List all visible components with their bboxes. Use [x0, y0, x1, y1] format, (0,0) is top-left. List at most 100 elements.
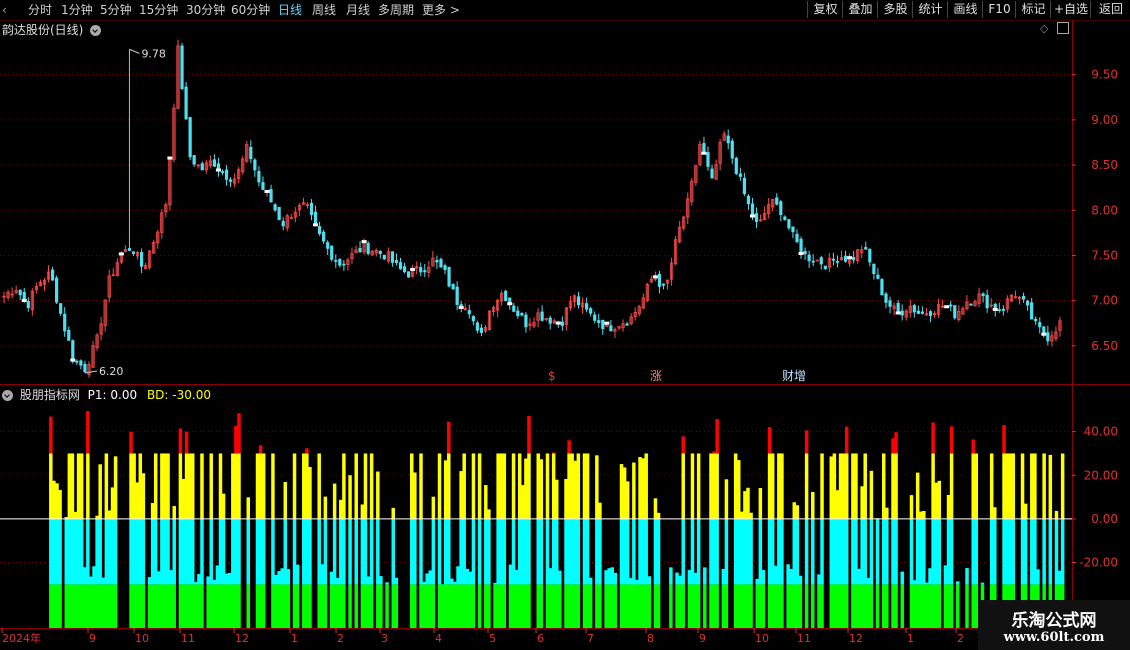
- window-toggle-icon[interactable]: [1057, 22, 1069, 34]
- green-band-bar: [928, 584, 932, 628]
- yellow-band-bar: [653, 498, 658, 519]
- yellow-band-bar: [496, 453, 500, 519]
- white-marker: [167, 156, 173, 160]
- candle-body: [779, 201, 783, 216]
- diamond-icon[interactable]: ◇: [1040, 22, 1048, 35]
- green-band-bar: [107, 584, 112, 628]
- candle-body: [253, 159, 257, 171]
- green-band-bar: [551, 584, 556, 628]
- green-band-bar: [536, 584, 540, 628]
- yellow-band-bar: [484, 485, 488, 519]
- yellow-band-bar: [499, 453, 503, 519]
- candle-body: [192, 155, 196, 165]
- candle-body: [548, 317, 552, 324]
- cyan-band-bar: [582, 518, 587, 585]
- yellow-band-bar: [777, 453, 781, 519]
- green-band-bar: [496, 584, 500, 628]
- green-band-bar: [795, 584, 800, 628]
- yellow-band-bar: [740, 511, 744, 519]
- cyan-band-bar: [721, 568, 726, 585]
- green-band-bar: [829, 584, 834, 628]
- green-band-bar: [443, 584, 448, 628]
- cyan-band-bar: [1008, 518, 1012, 585]
- yellow-band-bar: [363, 453, 368, 519]
- yellow-band-bar: [709, 453, 713, 519]
- stock-chart[interactable]: 9.50 9.00 8.50 8.00 7.50 7.00 6.50 9.78 6.20 $ 涨 财增…: [0, 0, 1130, 650]
- yellow-band-bar: [98, 464, 102, 519]
- green-band-bar: [58, 584, 62, 628]
- chevron-down-icon[interactable]: [2, 390, 13, 401]
- cyan-band-bar: [323, 518, 328, 585]
- candle-body: [71, 340, 75, 361]
- low-price-label: 6.20: [99, 365, 124, 378]
- green-band-bar: [329, 584, 334, 628]
- price-tick-label: 9.00: [1091, 113, 1118, 127]
- cyan-band-bar: [974, 518, 979, 585]
- cyan-band-bar: [487, 518, 491, 585]
- yellow-band-bar: [767, 453, 772, 519]
- green-band-bar: [141, 584, 146, 628]
- cyan-band-bar: [548, 568, 553, 585]
- green-band-bar: [804, 584, 809, 628]
- yellow-band-bar: [644, 453, 648, 519]
- white-marker: [70, 358, 76, 362]
- candle-body: [920, 311, 925, 314]
- green-band-bar: [295, 584, 300, 628]
- green-band-bar: [971, 584, 975, 628]
- event-marker-0: $: [548, 369, 556, 383]
- candle-body: [872, 263, 876, 275]
- green-band-bar: [258, 584, 263, 628]
- candle-body: [131, 251, 136, 254]
- yellow-band-bar: [462, 453, 466, 519]
- candle-body: [625, 323, 629, 326]
- green-band-bar: [95, 584, 99, 628]
- time-axis-label: 2: [957, 632, 964, 645]
- candle-body: [807, 254, 811, 262]
- yellow-band-bar: [937, 480, 942, 519]
- cyan-band-bar: [792, 518, 797, 585]
- cyan-band-bar: [261, 518, 266, 585]
- candle-body: [750, 203, 755, 217]
- yellow-band-bar: [832, 453, 837, 519]
- green-band-bar: [363, 584, 368, 628]
- white-marker: [21, 298, 27, 302]
- green-band-bar: [570, 584, 574, 628]
- yellow-band-bar: [172, 506, 176, 519]
- green-band-bar: [104, 584, 109, 628]
- green-band-bar: [943, 584, 948, 628]
- cyan-band-bar: [946, 518, 951, 585]
- yellow-band-bar: [934, 482, 938, 519]
- cyan-band-bar: [138, 518, 143, 585]
- cyan-band-bar: [949, 518, 954, 585]
- cyan-band-bar: [1042, 518, 1046, 585]
- red-band-bar: [551, 452, 556, 454]
- cyan-band-bar: [292, 518, 297, 585]
- yellow-band-bar: [166, 453, 170, 519]
- green-band-bar: [635, 584, 639, 628]
- yellow-band-bar: [160, 453, 164, 519]
- cyan-band-bar: [70, 518, 75, 585]
- cyan-band-bar: [502, 518, 507, 585]
- yellow-band-bar: [55, 483, 59, 519]
- red-band-bar: [891, 438, 895, 454]
- green-band-bar: [832, 584, 837, 628]
- candle-body: [1046, 332, 1050, 342]
- green-band-bar: [860, 584, 864, 628]
- green-band-bar: [777, 584, 781, 628]
- candle-body: [799, 238, 803, 254]
- cyan-band-bar: [770, 518, 775, 585]
- cyan-band-bar: [73, 518, 78, 585]
- cyan-band-bar: [255, 518, 260, 585]
- green-band-bar: [915, 584, 920, 628]
- green-band-bar: [743, 584, 747, 628]
- yellow-band-bar: [178, 453, 183, 519]
- chevron-down-icon[interactable]: [90, 25, 102, 36]
- white-marker: [944, 305, 950, 309]
- cyan-band-bar: [79, 518, 84, 585]
- cyan-band-bar: [95, 518, 99, 585]
- green-band-bar: [212, 584, 217, 628]
- green-band-bar: [715, 584, 719, 628]
- red-band-bar: [86, 411, 90, 454]
- candle-body: [50, 269, 55, 281]
- candle-body: [868, 248, 872, 263]
